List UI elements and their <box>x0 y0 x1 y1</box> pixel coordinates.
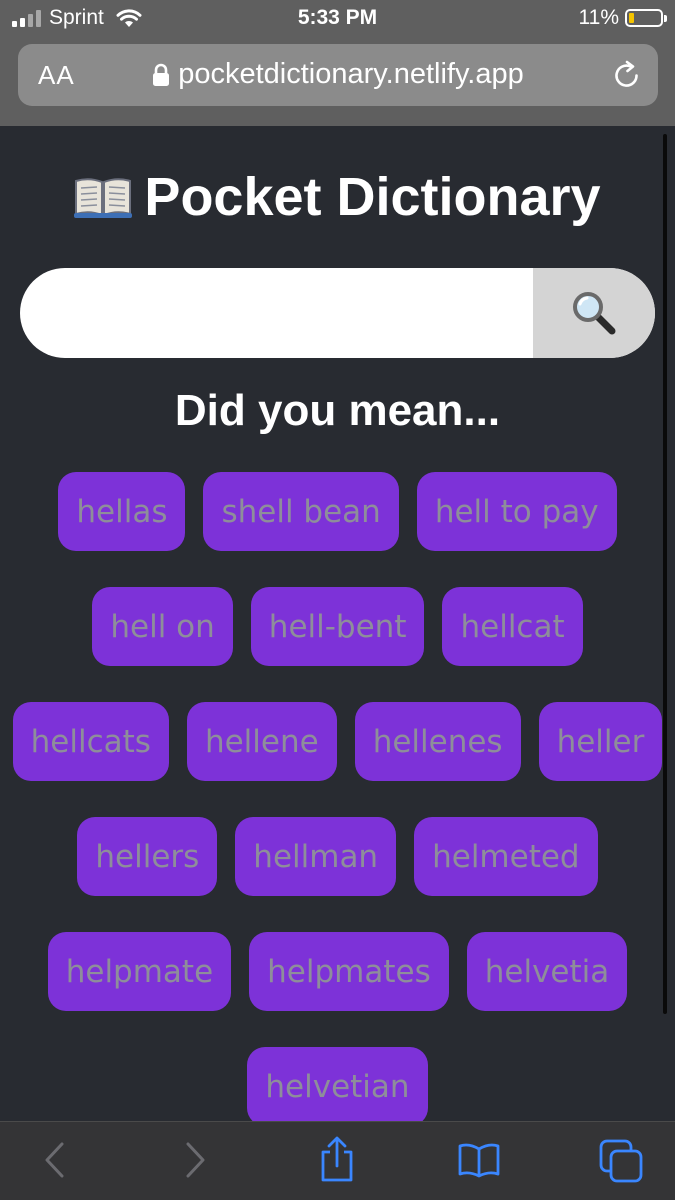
battery-icon <box>625 9 667 27</box>
suggestion-chip[interactable]: hellene <box>186 702 337 781</box>
suggestion-chip[interactable]: hell to pay <box>416 472 617 551</box>
bookmarks-icon[interactable] <box>457 1142 501 1178</box>
suggestion-chip[interactable]: hellcat <box>442 587 583 666</box>
suggestion-chip[interactable]: helpmates <box>249 932 449 1011</box>
status-bar: Sprint 5:33 PM 11% <box>0 0 675 40</box>
suggestion-chip[interactable]: hellman <box>235 817 397 896</box>
suggestion-row: hellas shell bean hell to pay <box>0 472 675 552</box>
browser-chrome: Sprint 5:33 PM 11% AA pocketdictionary.n… <box>0 0 675 126</box>
page-title-text: Pocket Dictionary <box>144 167 601 227</box>
search-button[interactable] <box>533 268 655 358</box>
suggestion-chip[interactable]: helmeted <box>414 817 598 896</box>
page-title: Pocket Dictionary <box>0 166 675 228</box>
suggestion-row: helpmate helpmates helvetia <box>0 932 675 1012</box>
suggestion-chip[interactable]: helpmate <box>47 932 232 1011</box>
address-bar[interactable]: AA pocketdictionary.netlify.app <box>18 44 658 106</box>
suggestion-row: hellers hellman helmeted <box>0 817 675 897</box>
tabs-icon[interactable] <box>598 1138 644 1184</box>
lock-icon <box>153 64 170 87</box>
suggestion-chip[interactable]: hell-bent <box>250 587 425 666</box>
suggestion-row: helvetian <box>0 1047 675 1127</box>
battery-percent: 11% <box>578 6 619 29</box>
suggestion-chip[interactable]: helvetia <box>466 932 628 1011</box>
suggestion-list: hellas shell bean hell to pay hell on hell-b… <box>0 472 675 1162</box>
suggestion-chip[interactable]: shell bean <box>203 472 399 551</box>
suggestion-chip[interactable]: helvetian <box>247 1047 428 1126</box>
open-book-icon <box>74 178 133 218</box>
share-icon[interactable] <box>318 1136 356 1184</box>
suggestion-chip[interactable]: hellenes <box>354 702 521 781</box>
suggestions-heading: Did you mean... <box>174 386 501 435</box>
suggestion-chip[interactable]: heller <box>538 702 663 781</box>
url-field[interactable]: pocketdictionary.netlify.app <box>18 58 658 91</box>
forward-icon[interactable] <box>182 1140 208 1180</box>
suggestion-chip[interactable]: hell on <box>92 587 233 666</box>
search-bar <box>20 268 655 358</box>
suggestion-row: hellcats hellene hellenes heller <box>0 702 675 782</box>
search-input[interactable] <box>20 268 532 358</box>
reload-icon[interactable] <box>612 59 642 91</box>
battery-indicator: 11% <box>578 6 667 30</box>
magnifying-glass-icon <box>573 292 616 335</box>
back-icon[interactable] <box>42 1140 68 1180</box>
url-text: pocketdictionary.netlify.app <box>178 58 524 90</box>
suggestion-chip[interactable]: hellcats <box>12 702 169 781</box>
suggestion-chip[interactable]: hellers <box>77 817 218 896</box>
clock: 5:33 PM <box>297 6 378 29</box>
suggestion-chip[interactable]: hellas <box>58 472 186 551</box>
suggestion-row: hell on hell-bent hellcat <box>0 587 675 667</box>
browser-toolbar <box>0 1121 675 1200</box>
